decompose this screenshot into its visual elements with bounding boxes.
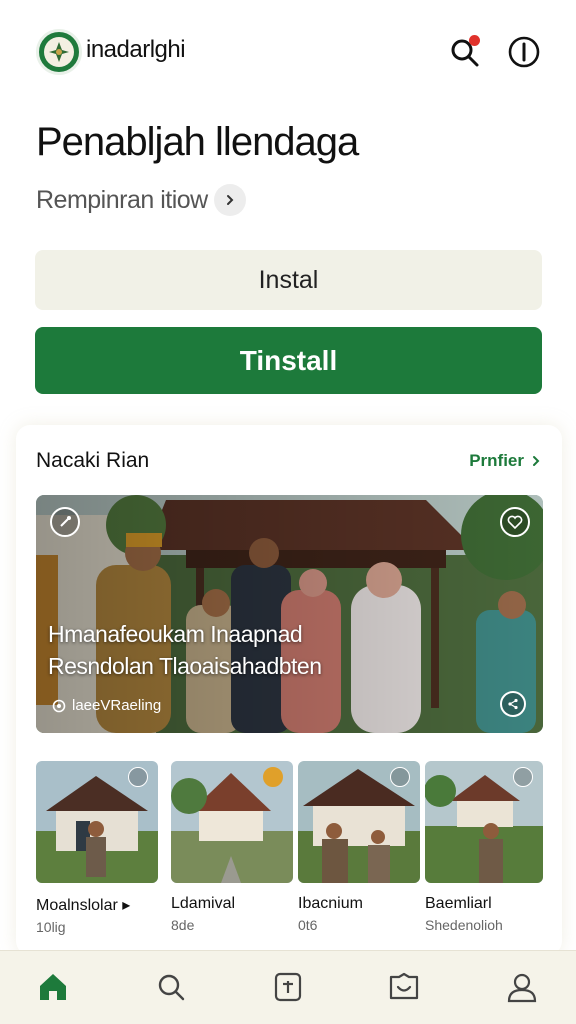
info-button[interactable]	[506, 34, 542, 70]
thumbnail-image	[425, 761, 543, 883]
profile-icon	[507, 973, 537, 1003]
featured-section: Nacaki Rian Prnfier Hmanafeoukam Inaapna…	[16, 425, 562, 955]
thumbnail-row: Moalnslolar ▸ 10lig Ldamival 8de Ibacniu…	[36, 761, 543, 935]
install-button[interactable]: Tinstall	[35, 327, 542, 394]
chevron-right-button[interactable]	[213, 184, 246, 216]
chevron-right-icon	[533, 456, 540, 466]
arrow-right-icon: ▸	[122, 897, 131, 914]
top-bar: inadarlghi	[0, 0, 576, 104]
thumbnail-subtitle: 8de	[171, 917, 195, 933]
logo-emblem-icon	[44, 37, 74, 67]
hero-card[interactable]: Hmanafeoukam Inaapnad Resndolan Tlaoaisa…	[36, 495, 543, 733]
subtitle-row[interactable]: Rempinran itiow	[36, 182, 246, 218]
hero-meta-text: laeeVRaeling	[72, 697, 162, 714]
thumbnail-card[interactable]: Baemliarl Shedenolioh	[425, 761, 543, 933]
thumbnail-subtitle: Shedenolioh	[425, 917, 503, 933]
thumbnail-image	[36, 761, 158, 883]
thumbnail-badge	[513, 767, 533, 787]
chat-icon	[389, 972, 419, 1000]
thumbnail-title: Moalnslolar ▸	[36, 897, 131, 914]
section-more-link[interactable]: Prnfier	[469, 451, 542, 471]
hero-meta: laeeVRaeling	[52, 697, 161, 714]
thumbnail-badge	[390, 767, 410, 787]
more-link-label: Prnfier	[469, 451, 524, 470]
thumbnail-badge	[263, 767, 283, 787]
favorite-button[interactable]	[500, 507, 530, 537]
app-logo[interactable]	[36, 29, 82, 75]
hero-title-line1: Hmanafeoukam Inaapnad	[48, 621, 303, 647]
brand-name: inadarlghi	[86, 36, 186, 63]
notification-dot	[469, 35, 480, 46]
page-subtitle: Rempinran itiow	[36, 185, 208, 214]
instal-button[interactable]: Instal	[35, 250, 542, 310]
home-icon	[40, 974, 66, 1000]
thumbnail-image	[171, 761, 293, 883]
nav-add[interactable]	[266, 965, 310, 1009]
nav-chat[interactable]	[382, 965, 426, 1009]
thumbnail-card[interactable]: Ldamival 8de	[171, 761, 293, 933]
thumbnail-title: Baemliarl	[425, 895, 492, 912]
page-title: Penabljah llendaga	[36, 120, 359, 164]
thumbnail-subtitle: 0t6	[298, 917, 318, 933]
thumbnail-title: Ibacnium	[298, 895, 363, 912]
nav-profile[interactable]	[500, 965, 544, 1009]
app-root: inadarlghi Penabljah llendaga Rempinran …	[0, 0, 576, 1024]
nav-home[interactable]	[31, 965, 75, 1009]
bottom-nav	[0, 950, 576, 1024]
search-button[interactable]	[446, 34, 482, 70]
heart-icon	[507, 515, 523, 530]
thumbnail-card[interactable]: Moalnslolar ▸ 10lig	[36, 761, 158, 935]
share-icon	[508, 698, 518, 710]
chevron-right-icon	[226, 195, 234, 205]
thumbnail-image	[298, 761, 420, 883]
thumbnail-card[interactable]: Ibacnium 0t6	[298, 761, 420, 933]
location-icon	[52, 699, 66, 712]
thumbnail-badge	[128, 767, 148, 787]
thumbnail-subtitle: 10lig	[36, 919, 66, 935]
section-title: Nacaki Rian	[36, 449, 150, 472]
add-icon	[274, 972, 302, 1002]
search-icon	[158, 974, 185, 1001]
hero-share-button[interactable]	[500, 691, 526, 717]
hero-title-line2: Resndolan Tlaoaisahadbten	[48, 653, 322, 679]
compass-icon	[60, 516, 71, 527]
info-icon	[508, 36, 540, 68]
hero-left-badge[interactable]	[50, 507, 80, 537]
thumbnail-title: Ldamival	[171, 895, 236, 912]
nav-search[interactable]	[149, 965, 193, 1009]
